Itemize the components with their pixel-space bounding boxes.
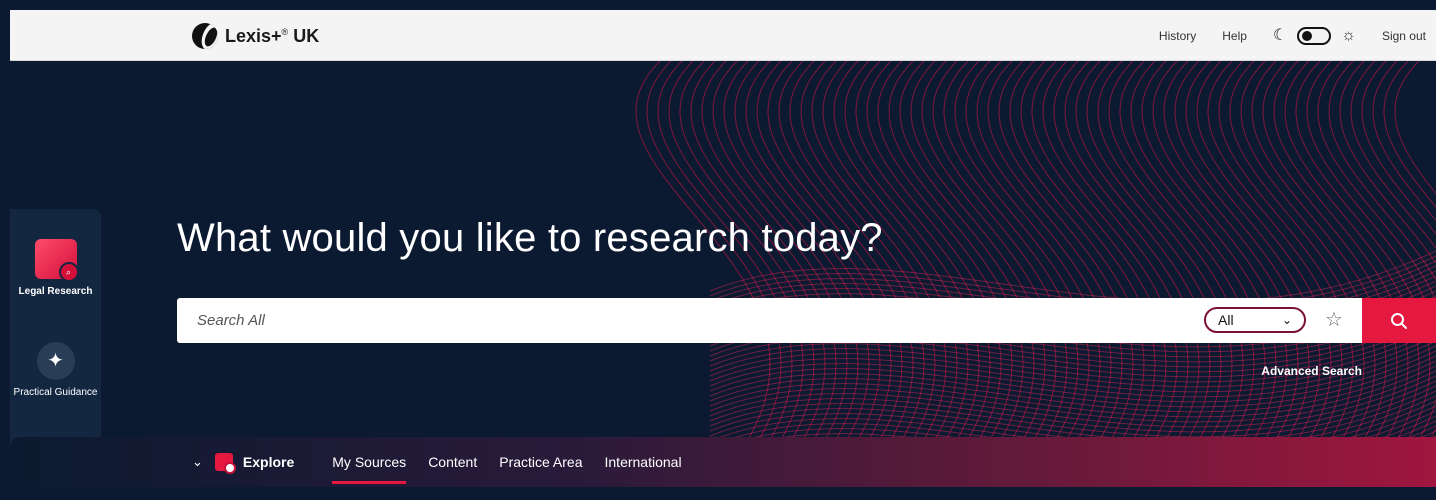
wave-background [635, 61, 1436, 500]
explore-icon [214, 453, 236, 474]
tab-practice-area[interactable]: Practice Area [499, 454, 582, 470]
explore-title: Explore [242, 454, 295, 470]
sparkle-icon: ✦ [36, 342, 75, 380]
lexis-logo[interactable]: Lexis+® UK [192, 23, 319, 49]
sun-icon: ☼ [1341, 26, 1356, 44]
sidebar-item-label: Legal Research [18, 286, 93, 297]
tab-my-sources[interactable]: My Sources [332, 454, 406, 484]
sidebar-item-legal-research[interactable]: ⌕ Legal Research [10, 239, 101, 298]
chevron-down-icon[interactable]: ⌄ [192, 454, 203, 470]
search-input[interactable] [177, 298, 1177, 343]
search-icon [1391, 312, 1407, 329]
legal-research-icon: ⌕ [34, 239, 79, 282]
tab-content[interactable]: Content [428, 454, 477, 470]
brand-name: Lexis+® UK [225, 25, 320, 46]
search-scope-select[interactable]: All ⌄ [1204, 307, 1306, 333]
page-title: What would you like to research today? [177, 216, 883, 260]
sign-out-link[interactable]: Sign out [1382, 29, 1426, 43]
help-link[interactable]: Help [1222, 29, 1247, 43]
explore-divider [10, 487, 1436, 500]
explore-tabs: ⌄ Explore My Sources Content Practice Ar… [192, 437, 704, 487]
chevron-down-icon: ⌄ [1281, 313, 1292, 327]
moon-icon: ☾ [1272, 26, 1288, 44]
theme-switch: ☾ ☼ [1272, 26, 1356, 45]
top-bar: Lexis+® UK History Help ☾ ☼ Sign out [10, 10, 1436, 61]
lexis-logo-icon [192, 23, 218, 49]
dark-mode-toggle[interactable] [1297, 26, 1332, 45]
star-icon[interactable]: ☆ [1325, 308, 1343, 332]
sidebar-item-label: Practical Guidance [13, 387, 98, 398]
search-button[interactable] [1362, 298, 1436, 343]
search-bar: All ⌄ ☆ [177, 298, 1364, 343]
hero-banner [10, 61, 1436, 500]
sidebar-item-practical-guidance[interactable]: ✦ Practical Guidance [10, 342, 101, 399]
tab-international[interactable]: International [605, 454, 682, 470]
history-link[interactable]: History [1159, 29, 1196, 43]
header-nav: History Help ☾ ☼ Sign out [1159, 10, 1426, 61]
advanced-search-link[interactable]: Advanced Search [1261, 364, 1362, 378]
scope-value: All [1218, 312, 1234, 328]
